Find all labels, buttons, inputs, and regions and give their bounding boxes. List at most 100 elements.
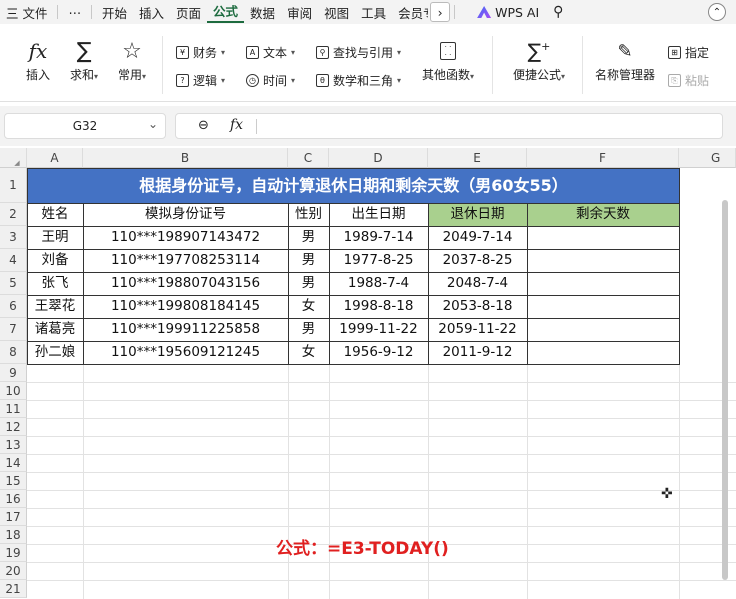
- cell-retire[interactable]: 2037-8-25: [428, 249, 527, 272]
- menu-formula[interactable]: 公式: [207, 2, 245, 23]
- header-birth[interactable]: 出生日期: [329, 203, 428, 226]
- cell-name[interactable]: 孙二娘: [27, 341, 83, 364]
- cell-id[interactable]: 110***198807043156: [83, 272, 288, 295]
- column-header-d[interactable]: D: [329, 148, 428, 168]
- row-header-6[interactable]: 6: [0, 295, 27, 318]
- row-header-11[interactable]: 11: [0, 400, 27, 418]
- column-header-c[interactable]: C: [288, 148, 329, 168]
- formula-input[interactable]: ⊖ fx: [175, 113, 723, 139]
- cell-id[interactable]: 110***198907143472: [83, 226, 288, 249]
- row-header-15[interactable]: 15: [0, 472, 27, 490]
- row-header-7[interactable]: 7: [0, 318, 27, 341]
- row-header-16[interactable]: 16: [0, 490, 27, 508]
- row-header-12[interactable]: 12: [0, 418, 27, 436]
- cell-remaining[interactable]: [527, 318, 679, 341]
- row-header-2[interactable]: 2: [0, 203, 27, 226]
- cell-name[interactable]: 张飞: [27, 272, 83, 295]
- other-functions-button[interactable]: · · · · 其他函数▾: [418, 36, 478, 83]
- header-id[interactable]: 模拟身份证号: [83, 203, 288, 226]
- column-header-g[interactable]: G: [679, 148, 736, 168]
- row-header-9[interactable]: 9: [0, 364, 27, 382]
- cell-id[interactable]: 110***199808184145: [83, 295, 288, 318]
- wps-ai-button[interactable]: WPS AI: [477, 5, 539, 20]
- row-header-4[interactable]: 4: [0, 249, 27, 272]
- cell-birth[interactable]: 1999-11-22: [329, 318, 428, 341]
- column-header-b[interactable]: B: [83, 148, 288, 168]
- math-button[interactable]: θ 数学和三角 ▾: [316, 72, 401, 89]
- cell-birth[interactable]: 1998-8-18: [329, 295, 428, 318]
- cell-birth[interactable]: 1989-7-14: [329, 226, 428, 249]
- menu-more[interactable]: ⋯: [62, 5, 87, 20]
- menu-member[interactable]: 会员专: [392, 3, 428, 22]
- row-header-17[interactable]: 17: [0, 508, 27, 526]
- quick-formula-button[interactable]: ∑ + 便捷公式▾: [508, 36, 570, 83]
- cell-name[interactable]: 诸葛亮: [27, 318, 83, 341]
- chevron-right-icon[interactable]: ›: [430, 2, 451, 22]
- cell-id[interactable]: 110***197708253114: [83, 249, 288, 272]
- header-gender[interactable]: 性别: [288, 203, 329, 226]
- name-box[interactable]: G32 ⌄: [4, 113, 166, 139]
- cell-id[interactable]: 110***199911225858: [83, 318, 288, 341]
- time-button[interactable]: ◷ 时间 ▾: [246, 72, 295, 89]
- cell-retire[interactable]: 2049-7-14: [428, 226, 527, 249]
- autosum-button[interactable]: ∑ 求和▾: [62, 36, 106, 83]
- header-remaining[interactable]: 剩余天数: [527, 203, 679, 226]
- cell-remaining[interactable]: [527, 341, 679, 364]
- column-header-f[interactable]: F: [527, 148, 679, 168]
- row-header-1[interactable]: 1: [0, 168, 27, 203]
- table-title[interactable]: 根据身份证号，自动计算退休日期和剩余天数（男60女55）: [27, 168, 680, 204]
- cell-gender[interactable]: 女: [288, 341, 329, 364]
- name-manager-button[interactable]: ✎ 名称管理器: [592, 36, 658, 83]
- specify-button[interactable]: ⊞ 指定: [668, 44, 709, 61]
- menu-page[interactable]: 页面: [170, 3, 207, 22]
- header-name[interactable]: 姓名: [27, 203, 83, 226]
- finance-button[interactable]: ¥ 财务 ▾: [176, 44, 225, 61]
- cell-retire[interactable]: 2048-7-4: [428, 272, 527, 295]
- cell-remaining[interactable]: [527, 272, 679, 295]
- cell-birth[interactable]: 1977-8-25: [329, 249, 428, 272]
- cell-id[interactable]: 110***195609121245: [83, 341, 288, 364]
- row-header-10[interactable]: 10: [0, 382, 27, 400]
- logic-button[interactable]: ? 逻辑 ▾: [176, 72, 225, 89]
- cell-retire[interactable]: 2059-11-22: [428, 318, 527, 341]
- spreadsheet-grid[interactable]: ◢ A B C D E F G 1 2 3 4 5 6 7 8 9 10 11 …: [0, 148, 736, 599]
- text-button[interactable]: A 文本 ▾: [246, 44, 295, 61]
- row-header-19[interactable]: 19: [0, 544, 27, 562]
- paste-name-button[interactable]: ⎘ 粘贴: [668, 72, 709, 89]
- cell-name[interactable]: 刘备: [27, 249, 83, 272]
- row-header-3[interactable]: 3: [0, 226, 27, 249]
- lookup-button[interactable]: ⚲ 查找与引用 ▾: [316, 44, 401, 61]
- cell-remaining[interactable]: [527, 226, 679, 249]
- row-header-18[interactable]: 18: [0, 526, 27, 544]
- menu-file[interactable]: 三 文件: [0, 3, 53, 22]
- menu-review[interactable]: 审阅: [281, 3, 318, 22]
- menu-data[interactable]: 数据: [244, 3, 281, 22]
- cell-gender[interactable]: 男: [288, 318, 329, 341]
- cell-birth[interactable]: 1988-7-4: [329, 272, 428, 295]
- row-header-20[interactable]: 20: [0, 562, 27, 580]
- common-functions-button[interactable]: ☆ 常用▾: [110, 36, 154, 83]
- row-header-14[interactable]: 14: [0, 454, 27, 472]
- menu-home[interactable]: 开始: [96, 3, 133, 22]
- cell-gender[interactable]: 男: [288, 249, 329, 272]
- chevron-up-icon[interactable]: ⌃: [708, 3, 726, 21]
- cell-gender[interactable]: 男: [288, 272, 329, 295]
- vertical-scrollbar[interactable]: [720, 168, 730, 599]
- chevron-down-icon[interactable]: ⌄: [148, 117, 158, 131]
- row-header-5[interactable]: 5: [0, 272, 27, 295]
- column-header-a[interactable]: A: [27, 148, 83, 168]
- search-icon[interactable]: ⚲: [553, 4, 563, 20]
- row-header-8[interactable]: 8: [0, 341, 27, 364]
- insert-function-button[interactable]: fx 插入: [18, 36, 58, 83]
- fx-icon[interactable]: fx: [230, 117, 243, 133]
- cell-name[interactable]: 王翠花: [27, 295, 83, 318]
- select-all-corner[interactable]: ◢: [0, 148, 27, 168]
- header-retire[interactable]: 退休日期: [428, 203, 527, 226]
- menu-insert[interactable]: 插入: [133, 3, 170, 22]
- menu-tools[interactable]: 工具: [355, 3, 392, 22]
- row-header-21[interactable]: 21: [0, 580, 27, 598]
- cell-remaining[interactable]: [527, 295, 679, 318]
- column-header-e[interactable]: E: [428, 148, 527, 168]
- cell-gender[interactable]: 男: [288, 226, 329, 249]
- cell-gender[interactable]: 女: [288, 295, 329, 318]
